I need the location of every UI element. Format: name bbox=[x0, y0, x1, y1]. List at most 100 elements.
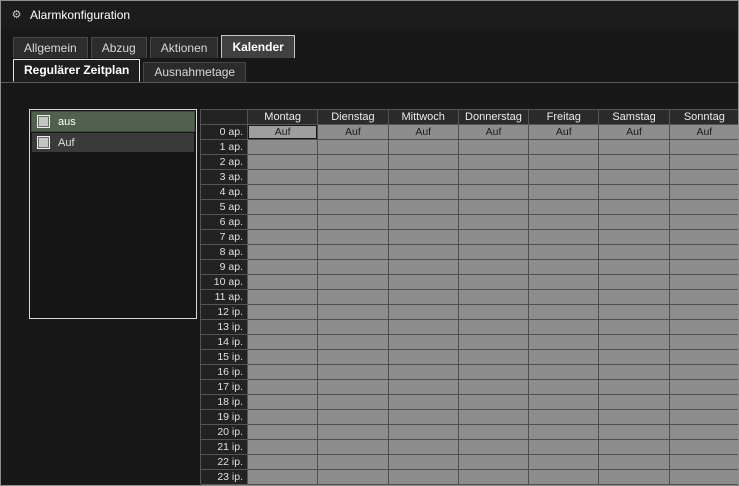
schedule-cell[interactable] bbox=[389, 395, 459, 410]
subtab-regulaerer-zeitplan[interactable]: Regulärer Zeitplan bbox=[13, 59, 140, 82]
schedule-cell[interactable] bbox=[670, 410, 739, 425]
list-item-aus[interactable]: aus bbox=[32, 112, 194, 131]
schedule-cell[interactable] bbox=[459, 410, 529, 425]
schedule-cell[interactable] bbox=[248, 155, 318, 170]
hour-label[interactable]: 17 ip. bbox=[201, 380, 248, 395]
schedule-cell[interactable] bbox=[599, 455, 669, 470]
checkbox[interactable] bbox=[37, 136, 50, 149]
schedule-cell[interactable] bbox=[318, 275, 388, 290]
schedule-cell[interactable]: Auf bbox=[318, 125, 388, 140]
hour-label[interactable]: 2 ap. bbox=[201, 155, 248, 170]
schedule-cell[interactable] bbox=[389, 410, 459, 425]
schedule-cell[interactable] bbox=[389, 365, 459, 380]
hour-label[interactable]: 10 ap. bbox=[201, 275, 248, 290]
schedule-cell[interactable] bbox=[248, 170, 318, 185]
hour-label[interactable]: 18 ip. bbox=[201, 395, 248, 410]
schedule-cell[interactable] bbox=[529, 395, 599, 410]
schedule-cell[interactable] bbox=[599, 155, 669, 170]
schedule-cell[interactable] bbox=[248, 440, 318, 455]
schedule-cell[interactable] bbox=[248, 320, 318, 335]
schedule-cell[interactable] bbox=[389, 245, 459, 260]
schedule-cell[interactable] bbox=[318, 215, 388, 230]
hour-label[interactable]: 21 ip. bbox=[201, 440, 248, 455]
schedule-cell[interactable] bbox=[670, 185, 739, 200]
schedule-cell[interactable] bbox=[599, 395, 669, 410]
schedule-cell[interactable] bbox=[670, 335, 739, 350]
schedule-cell[interactable] bbox=[529, 350, 599, 365]
schedule-cell[interactable] bbox=[318, 410, 388, 425]
schedule-cell[interactable] bbox=[459, 440, 529, 455]
schedule-cell[interactable] bbox=[248, 425, 318, 440]
schedule-cell[interactable]: Auf bbox=[670, 125, 739, 140]
schedule-cell[interactable] bbox=[389, 335, 459, 350]
schedule-cell[interactable] bbox=[248, 245, 318, 260]
schedule-cell[interactable] bbox=[389, 140, 459, 155]
schedule-cell[interactable] bbox=[599, 200, 669, 215]
schedule-cell[interactable] bbox=[318, 470, 388, 485]
schedule-cell[interactable] bbox=[248, 185, 318, 200]
schedule-cell[interactable] bbox=[529, 455, 599, 470]
hour-label[interactable]: 5 ap. bbox=[201, 200, 248, 215]
schedule-cell[interactable] bbox=[599, 275, 669, 290]
schedule-cell[interactable] bbox=[459, 170, 529, 185]
schedule-cell[interactable] bbox=[318, 170, 388, 185]
schedule-cell[interactable] bbox=[389, 215, 459, 230]
schedule-cell[interactable] bbox=[318, 245, 388, 260]
hour-label[interactable]: 9 ap. bbox=[201, 260, 248, 275]
schedule-cell[interactable] bbox=[599, 365, 669, 380]
schedule-cell[interactable] bbox=[529, 245, 599, 260]
schedule-cell[interactable] bbox=[670, 395, 739, 410]
schedule-cell[interactable] bbox=[670, 230, 739, 245]
schedule-cell[interactable] bbox=[599, 215, 669, 230]
tab-abzug[interactable]: Abzug bbox=[91, 37, 147, 58]
schedule-cell[interactable] bbox=[318, 350, 388, 365]
day-header[interactable]: Mittwoch bbox=[389, 110, 459, 125]
schedule-cell[interactable] bbox=[529, 380, 599, 395]
schedule-cell[interactable] bbox=[389, 260, 459, 275]
subtab-ausnahmetage[interactable]: Ausnahmetage bbox=[143, 62, 246, 82]
schedule-cell[interactable]: Auf bbox=[389, 125, 459, 140]
schedule-cell[interactable] bbox=[529, 365, 599, 380]
schedule-cell[interactable] bbox=[599, 440, 669, 455]
hour-label[interactable]: 6 ap. bbox=[201, 215, 248, 230]
schedule-cell[interactable] bbox=[599, 230, 669, 245]
schedule-cell[interactable] bbox=[529, 170, 599, 185]
schedule-cell[interactable] bbox=[318, 305, 388, 320]
schedule-cell[interactable] bbox=[670, 320, 739, 335]
schedule-cell[interactable] bbox=[248, 260, 318, 275]
schedule-cell[interactable] bbox=[670, 200, 739, 215]
schedule-cell[interactable] bbox=[389, 185, 459, 200]
schedule-cell[interactable]: Auf bbox=[599, 125, 669, 140]
hour-label[interactable]: 11 ap. bbox=[201, 290, 248, 305]
schedule-cell[interactable] bbox=[389, 155, 459, 170]
schedule-cell[interactable] bbox=[529, 260, 599, 275]
schedule-cell[interactable] bbox=[318, 140, 388, 155]
schedule-cell[interactable] bbox=[599, 380, 669, 395]
schedule-cell[interactable] bbox=[529, 155, 599, 170]
list-item-auf[interactable]: Auf bbox=[32, 133, 194, 152]
schedule-cell[interactable] bbox=[670, 290, 739, 305]
schedule-cell[interactable] bbox=[389, 470, 459, 485]
hour-label[interactable]: 4 ap. bbox=[201, 185, 248, 200]
tab-allgemein[interactable]: Allgemein bbox=[13, 37, 88, 58]
schedule-cell[interactable] bbox=[459, 290, 529, 305]
hour-label[interactable]: 22 ip. bbox=[201, 455, 248, 470]
schedule-cell[interactable] bbox=[599, 410, 669, 425]
hour-label[interactable]: 16 ip. bbox=[201, 365, 248, 380]
schedule-cell[interactable] bbox=[670, 350, 739, 365]
hour-label[interactable]: 3 ap. bbox=[201, 170, 248, 185]
schedule-cell[interactable] bbox=[670, 455, 739, 470]
schedule-cell[interactable] bbox=[459, 230, 529, 245]
tab-kalender[interactable]: Kalender bbox=[221, 35, 294, 58]
checkbox[interactable] bbox=[37, 115, 50, 128]
hour-label[interactable]: 7 ap. bbox=[201, 230, 248, 245]
schedule-cell[interactable] bbox=[529, 410, 599, 425]
schedule-cell[interactable] bbox=[318, 425, 388, 440]
schedule-cell[interactable] bbox=[529, 305, 599, 320]
schedule-cell[interactable] bbox=[459, 350, 529, 365]
schedule-cell[interactable] bbox=[670, 470, 739, 485]
schedule-cell[interactable] bbox=[459, 155, 529, 170]
hour-label[interactable]: 1 ap. bbox=[201, 140, 248, 155]
schedule-cell[interactable] bbox=[670, 425, 739, 440]
schedule-cell[interactable] bbox=[318, 395, 388, 410]
